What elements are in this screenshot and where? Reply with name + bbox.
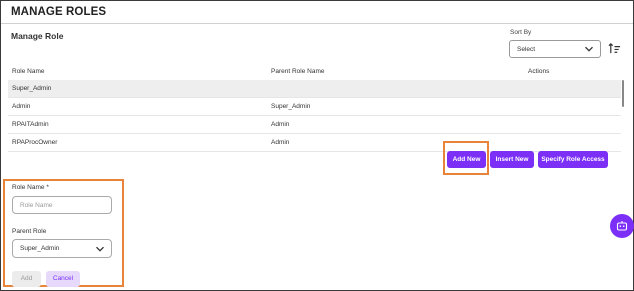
table-row[interactable]: RPAITAdmin Admin [8, 116, 621, 134]
parent-role-label: Parent Role [12, 228, 47, 235]
parent-role-cell: Admin [271, 139, 290, 146]
add-new-button[interactable]: Add New [447, 151, 486, 168]
sort-by-value: Select [517, 46, 536, 53]
sort-icon[interactable] [608, 42, 621, 55]
table-scrollbar[interactable] [622, 80, 624, 107]
page-title: MANAGE ROLES [11, 6, 107, 18]
parent-role-cell: Super_Admin [271, 103, 311, 110]
specify-role-access-button[interactable]: Specify Role Access [538, 151, 608, 168]
sort-by-select[interactable]: Select [509, 40, 601, 58]
sort-by-label: Sort By [510, 29, 532, 36]
insert-new-button[interactable]: Insert New [490, 151, 534, 168]
parent-role-value: Super_Admin [20, 245, 60, 252]
table-row[interactable]: RPAProcOwner Admin [8, 134, 621, 152]
role-name-label: Role Name * [12, 184, 49, 191]
role-name-cell: RPAProcOwner [12, 139, 58, 146]
column-header-role-name: Role Name [12, 68, 45, 75]
column-header-actions: Actions [528, 68, 550, 75]
parent-role-cell: Admin [271, 121, 290, 128]
cancel-button[interactable]: Cancel [46, 271, 80, 287]
chevron-down-icon [585, 46, 593, 52]
role-name-cell: Admin [12, 103, 31, 110]
add-button[interactable]: Add [12, 271, 41, 287]
table-row[interactable]: Admin Super_Admin [8, 98, 621, 116]
chevron-down-icon [96, 246, 104, 252]
chatbot-icon [616, 221, 628, 231]
role-name-placeholder: Role Name [20, 202, 53, 209]
section-title: Manage Role [11, 31, 64, 41]
column-header-parent-role-name: Parent Role Name [271, 68, 325, 75]
table-row[interactable]: Super_Admin [8, 80, 621, 98]
parent-role-select[interactable]: Super_Admin [12, 239, 112, 258]
chatbot-button[interactable] [610, 214, 634, 238]
title-divider [1, 23, 633, 24]
role-name-input[interactable]: Role Name [12, 196, 112, 214]
role-name-cell: RPAITAdmin [12, 121, 49, 128]
role-name-cell: Super_Admin [12, 85, 52, 92]
